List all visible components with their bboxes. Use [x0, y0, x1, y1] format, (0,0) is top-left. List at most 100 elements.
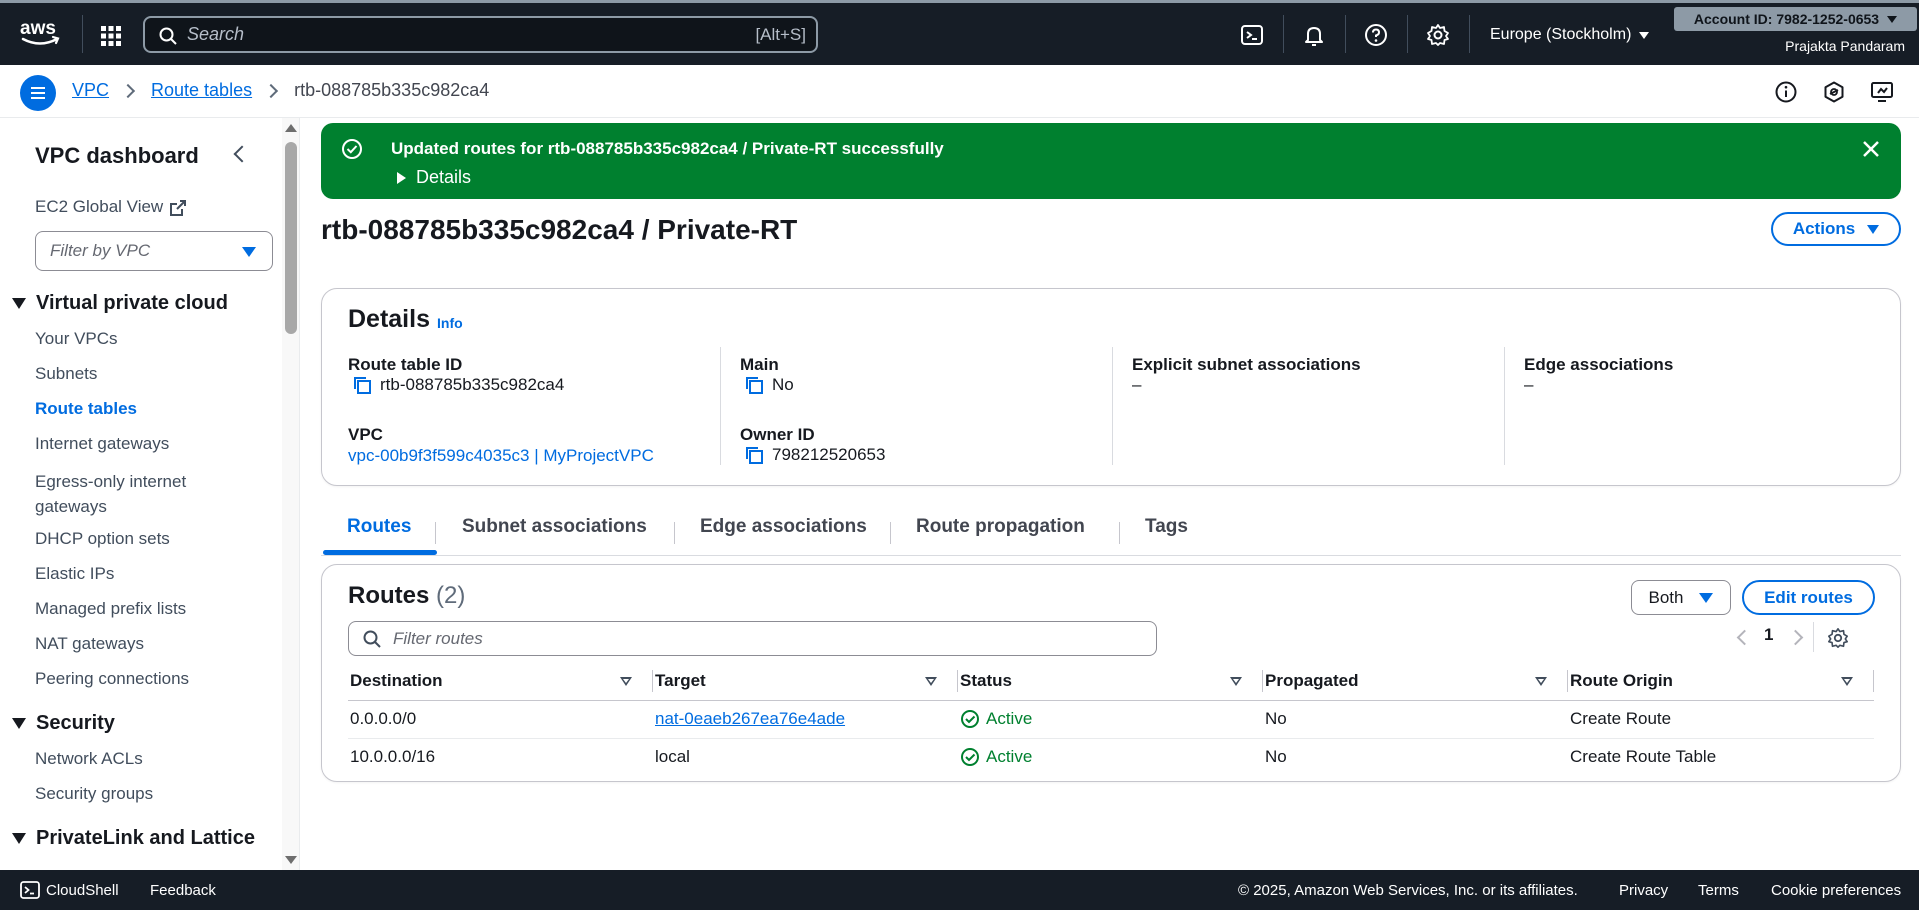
info-link[interactable]: Info [437, 315, 463, 331]
filter-routes-input[interactable] [393, 622, 1093, 655]
sidebar-item-peering-connections[interactable]: Peering connections [35, 669, 189, 689]
success-check-icon [961, 710, 979, 728]
column-header-route-origin[interactable]: Route Origin [1568, 663, 1874, 701]
pager-divider [1813, 622, 1814, 652]
breadcrumb-route-tables[interactable]: Route tables [151, 80, 252, 101]
sidebar-title[interactable]: VPC dashboard [35, 143, 199, 169]
privacy-link[interactable]: Privacy [1619, 882, 1668, 899]
tab-divider [1119, 522, 1120, 544]
vpc-link[interactable]: vpc-00b9f3f599c4035c3 | MyProjectVPC [348, 446, 654, 466]
column-header-status[interactable]: Status [958, 663, 1263, 701]
tutorials-icon[interactable] [1870, 80, 1894, 104]
column-header-propagated[interactable]: Propagated [1263, 663, 1568, 701]
filter-by-vpc-select[interactable] [35, 231, 273, 271]
both-select[interactable]: Both [1631, 580, 1731, 615]
sidebar-item-nat-gateways[interactable]: NAT gateways [35, 634, 144, 654]
cloudshell-icon[interactable] [20, 881, 40, 899]
edge-associations-label: Edge associations [1524, 355, 1674, 374]
sort-icon[interactable] [1841, 676, 1853, 686]
sidebar-item-subnets[interactable]: Subnets [35, 364, 97, 384]
sort-icon[interactable] [620, 676, 632, 686]
sidebar-section-privatelink-and-lattice[interactable]: PrivateLink and Lattice [12, 827, 255, 850]
owner-id-text: 798212520653 [772, 445, 886, 464]
actions-button[interactable]: Actions [1771, 212, 1901, 246]
hamburger-menu-icon[interactable] [20, 75, 56, 111]
scroll-up-arrow-icon[interactable] [285, 124, 297, 132]
sidebar-section-virtual-private-cloud[interactable]: Virtual private cloud [12, 292, 228, 315]
copy-icon[interactable] [744, 375, 764, 395]
route-target-link[interactable]: nat-0eaeb267ea76e4ade [655, 709, 845, 728]
aws-logo[interactable]: aws [20, 17, 62, 49]
table-settings-gear-icon[interactable] [1827, 627, 1849, 649]
tab-divider [674, 522, 675, 544]
sidebar-item-label: EC2 Global View [35, 197, 164, 216]
tab-edge-associations[interactable]: Edge associations [700, 516, 867, 538]
scroll-down-arrow-icon[interactable] [285, 856, 297, 864]
edit-routes-button[interactable]: Edit routes [1742, 580, 1875, 615]
sidebar-item-managed-prefix-lists[interactable]: Managed prefix lists [35, 599, 186, 619]
sidebar-item-dhcp-option-sets[interactable]: DHCP option sets [35, 529, 170, 549]
services-grid-icon[interactable] [100, 25, 122, 47]
sidebar-item-security-groups[interactable]: Security groups [35, 784, 153, 804]
search-input[interactable] [187, 18, 687, 51]
table-row: 10.0.0.0/16 local Active No Create Route… [348, 738, 1874, 776]
current-page-number[interactable]: 1 [1764, 625, 1773, 645]
tab-subnet-associations[interactable]: Subnet associations [462, 516, 647, 538]
routes-heading: Routes (2) [348, 582, 465, 610]
tab-tags[interactable]: Tags [1145, 516, 1188, 538]
filter-by-vpc-input[interactable] [50, 232, 240, 270]
info-panel-icon[interactable] [1774, 80, 1798, 104]
sidebar-item-ec2-global-view[interactable]: EC2 Global View [35, 197, 187, 217]
account-menu[interactable]: Account ID: 7982-1252-0653 [1674, 7, 1917, 31]
caret-down-icon [242, 247, 256, 257]
gear-icon[interactable] [1426, 23, 1450, 47]
sidebar-scrollbar-thumb[interactable] [285, 142, 297, 334]
sidebar-item-elastic-ips[interactable]: Elastic IPs [35, 564, 114, 584]
tab-routes[interactable]: Routes [347, 516, 411, 538]
route-propagated: No [1263, 700, 1568, 739]
feedback-link[interactable]: Feedback [150, 882, 216, 899]
sidebar-section-label: PrivateLink and Lattice [36, 827, 255, 849]
sort-icon[interactable] [925, 676, 937, 686]
main-value: No [744, 375, 794, 395]
column-header-destination[interactable]: Destination [348, 663, 653, 701]
cookie-preferences-link[interactable]: Cookie preferences [1771, 882, 1901, 899]
copy-icon[interactable] [744, 445, 764, 465]
next-page-icon[interactable] [1787, 629, 1804, 646]
sidebar-item-internet-gateways[interactable]: Internet gateways [35, 434, 169, 454]
sidebar-item-route-tables[interactable]: Route tables [35, 399, 137, 419]
sidebar-section-security[interactable]: Security [12, 712, 115, 735]
success-flash-banner: Updated routes for rtb-088785b335c982ca4… [321, 123, 1901, 199]
sidebar-item-egress-only-internet-gateways[interactable]: Egress-only internet gateways [35, 469, 255, 519]
tab-route-propagation[interactable]: Route propagation [916, 516, 1085, 538]
breadcrumb-vpc[interactable]: VPC [72, 80, 109, 101]
flash-details-toggle[interactable]: Details [397, 167, 471, 188]
detail-tabs: Routes Subnet associations Edge associat… [321, 506, 1901, 556]
sidebar-item-network-acls[interactable]: Network ACLs [35, 749, 143, 769]
caret-right-icon [397, 171, 406, 184]
copy-icon[interactable] [352, 375, 372, 395]
sort-icon[interactable] [1230, 676, 1242, 686]
flash-message: Updated routes for rtb-088785b335c982ca4… [391, 139, 944, 158]
bell-icon[interactable] [1302, 23, 1326, 47]
close-icon[interactable] [1861, 139, 1881, 159]
terms-link[interactable]: Terms [1698, 882, 1739, 899]
previous-page-icon[interactable] [1736, 629, 1753, 646]
search-box[interactable]: [Alt+S] [143, 16, 818, 53]
main-text: No [772, 375, 794, 394]
help-icon[interactable] [1364, 23, 1388, 47]
resources-icon[interactable] [1822, 80, 1846, 104]
cloudshell-link[interactable]: CloudShell [46, 882, 119, 899]
sidebar-item-your-vpcs[interactable]: Your VPCs [35, 329, 118, 349]
region-selector[interactable]: Europe (Stockholm) [1490, 26, 1650, 44]
filter-routes-box[interactable] [348, 621, 1157, 656]
user-name[interactable]: Prajakta Pandaram [1785, 38, 1905, 54]
sort-icon[interactable] [1535, 676, 1547, 686]
routes-table: Destination Target Status Propagated Rou… [348, 663, 1874, 776]
collapse-sidebar-icon[interactable] [233, 145, 251, 163]
explicit-subnet-associations-label: Explicit subnet associations [1132, 355, 1361, 374]
routes-card: Routes (2) Both Edit routes 1 Destinatio… [321, 564, 1901, 782]
column-header-target[interactable]: Target [653, 663, 958, 701]
cloudshell-icon[interactable] [1240, 23, 1264, 47]
account-id: Account ID: 7982-1252-0653 [1693, 11, 1880, 27]
